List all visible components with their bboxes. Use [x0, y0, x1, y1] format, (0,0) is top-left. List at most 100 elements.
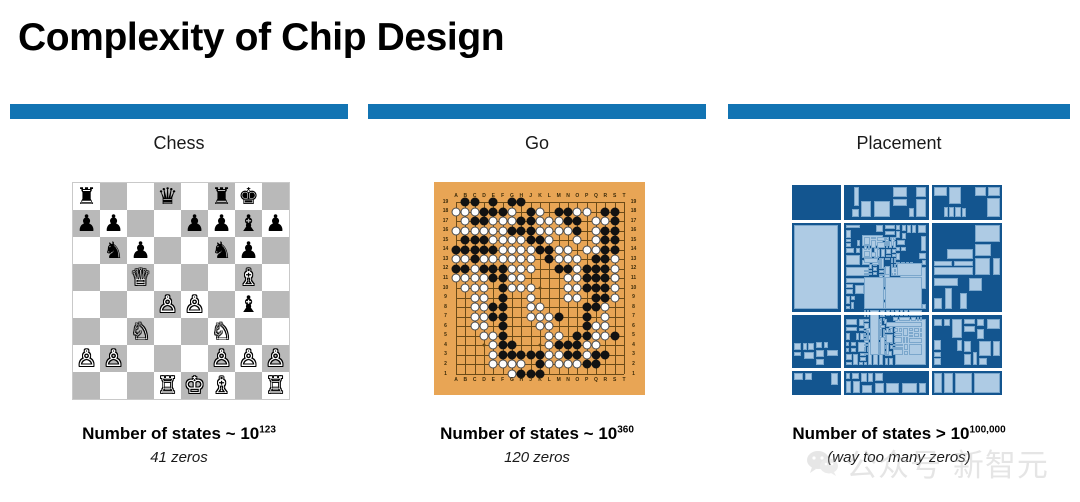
go-stone-black: [591, 273, 601, 283]
floorplan-block: [870, 309, 879, 356]
go-stone-white: [498, 245, 508, 255]
floorplan-block: [845, 362, 852, 366]
go-grid-line: [624, 202, 625, 374]
floorplan-block: [846, 318, 857, 326]
go-stone-black: [572, 216, 582, 226]
column-header-chess: Chess: [10, 104, 348, 154]
go-stone-white: [488, 331, 498, 341]
go-stone-white: [488, 359, 498, 369]
floorplan-block: [885, 322, 923, 328]
go-stone-black: [582, 321, 592, 331]
floorplan-block: [986, 319, 1000, 329]
go-stone-black: [544, 245, 554, 255]
go-stone-white: [516, 245, 526, 255]
go-row-label: 7: [632, 313, 635, 320]
go-column-label: B: [463, 377, 468, 383]
chess-square: ♛: [154, 183, 181, 210]
chess-square: [181, 183, 208, 210]
floorplan-block: [992, 341, 1000, 356]
floorplan-block: [886, 240, 889, 248]
go-column-label: T: [622, 193, 626, 199]
go-star-point: [538, 286, 542, 290]
go-column-label: Q: [594, 193, 598, 199]
go-stone-black: [516, 216, 526, 226]
chess-piece-p: ♟: [76, 210, 97, 236]
chess-square: [100, 372, 127, 399]
chess-square: [154, 318, 181, 345]
floorplan-block: [826, 349, 838, 356]
floorplan-block: [934, 351, 942, 357]
go-stone-black: [600, 264, 610, 274]
chess-square: [208, 264, 235, 291]
go-row-label: 7: [444, 313, 447, 320]
go-stone-white: [498, 254, 508, 264]
chess-square: ♟: [181, 210, 208, 237]
floorplan-block: [877, 241, 886, 248]
floorplan-block: [815, 358, 825, 366]
page-title: Complexity of Chip Design: [18, 16, 505, 59]
go-stone-black: [544, 254, 554, 264]
floorplan-block: [977, 328, 985, 339]
go-stone-black: [451, 264, 461, 274]
floorplan-block: [879, 328, 883, 336]
chess-square: [127, 183, 154, 210]
floorplan-block: [944, 288, 952, 309]
go-stone-white: [582, 340, 592, 350]
caption-go-exponent: 360: [617, 424, 634, 436]
floorplan-block: [876, 248, 881, 258]
go-stone-black: [600, 254, 610, 264]
floorplan-block: [885, 343, 889, 356]
floorplan-block: [896, 263, 923, 276]
go-stone-white: [488, 226, 498, 236]
caption-chess-sub: 41 zeros: [150, 449, 208, 466]
floorplan-block: [870, 240, 877, 248]
go-stone-white: [451, 254, 461, 264]
chess-square: [208, 291, 235, 318]
floorplan-block: [913, 333, 920, 338]
floorplan-block: [934, 340, 942, 350]
go-column-label: F: [501, 377, 505, 383]
go-stone-white: [563, 293, 573, 303]
floorplan-block: [868, 246, 871, 250]
go-stone-white: [572, 273, 582, 283]
floorplan-block: [863, 258, 878, 264]
floorplan-block: [878, 273, 884, 276]
floorplan-block: [868, 373, 873, 383]
chess-square: [127, 291, 154, 318]
floorplan-block: [863, 329, 866, 333]
floorplan-block: [890, 264, 893, 268]
go-column-label: J: [529, 377, 533, 383]
floorplan-block: [863, 343, 870, 347]
chess-square: [262, 264, 289, 291]
go-column-label: D: [482, 377, 486, 383]
floorplan-block: [962, 208, 967, 217]
go-stone-black: [610, 207, 620, 217]
go-stone-black: [488, 207, 498, 217]
floorplan-block: [845, 239, 852, 242]
floorplan-block: [893, 332, 902, 337]
go-stone-black: [470, 254, 480, 264]
go-stone-black: [498, 312, 508, 322]
go-row-label: 19: [630, 198, 637, 205]
caption-placement: Number of states > 10100,000 (way too ma…: [728, 424, 1070, 466]
floorplan-block: [974, 373, 1000, 393]
floorplan-block: [916, 187, 926, 197]
floorplan-block: [879, 321, 882, 324]
go-stone-black: [600, 283, 610, 293]
go-stone-black: [460, 235, 470, 245]
chess-square: ♙: [181, 291, 208, 318]
floorplan-block: [794, 373, 803, 380]
chess-square: ♙: [262, 345, 289, 372]
floorplan-block: [846, 289, 853, 295]
floorplan-block: [963, 354, 972, 365]
go-stone-black: [479, 235, 489, 245]
go-stone-black: [535, 245, 545, 255]
go-stone-black: [479, 216, 489, 226]
go-stone-white: [507, 264, 517, 274]
go-stone-white: [591, 235, 601, 245]
go-stone-white: [600, 312, 610, 322]
floorplan-block: [867, 333, 870, 340]
floorplan-block: [863, 352, 870, 356]
go-stone-white: [544, 235, 554, 245]
go-stone-black: [591, 302, 601, 312]
